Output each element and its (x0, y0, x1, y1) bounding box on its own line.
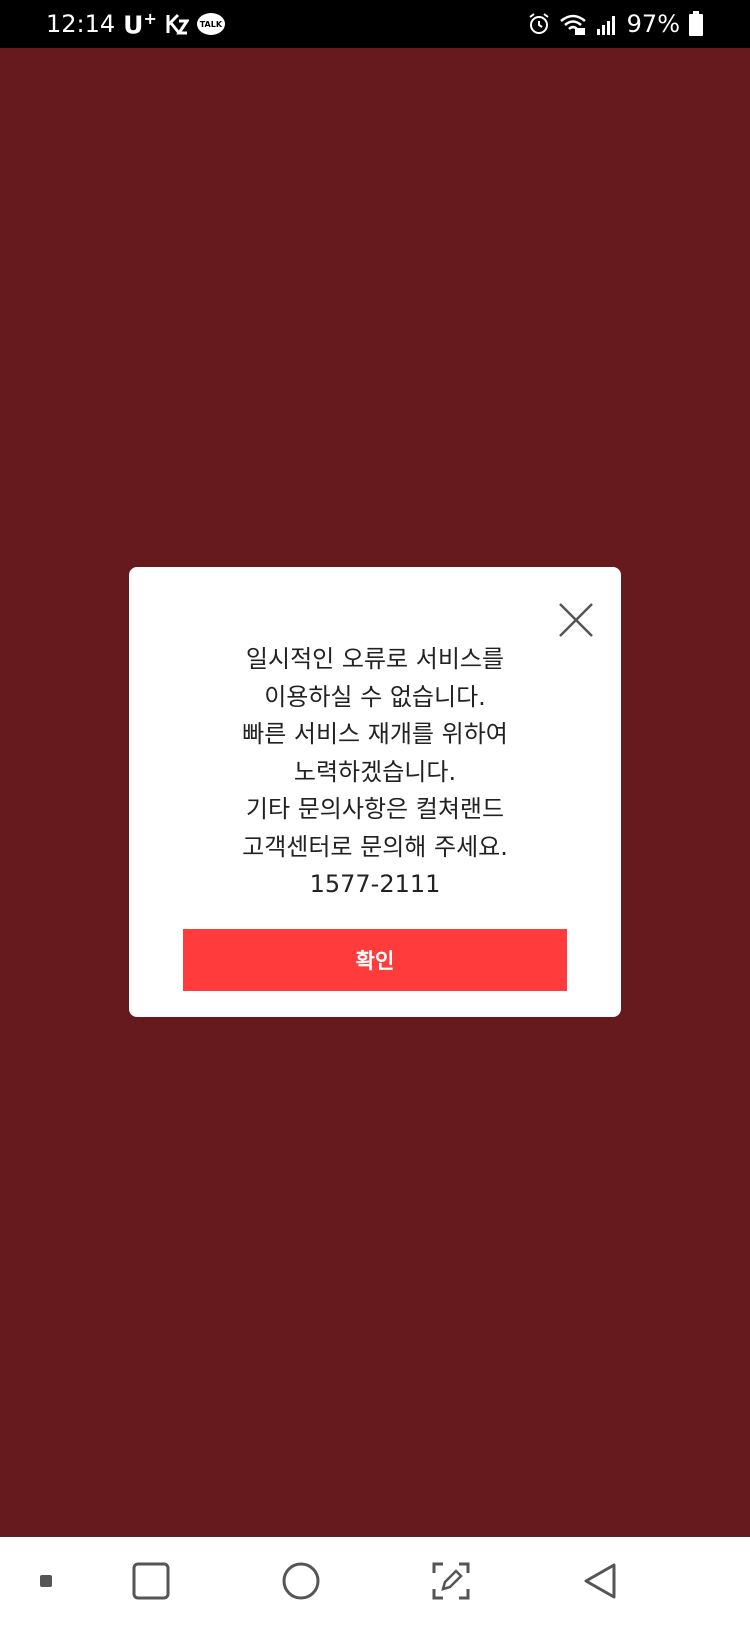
message-line: 일시적인 오류로 서비스를 (245, 645, 505, 673)
close-button[interactable] (557, 601, 595, 639)
wifi-icon (559, 12, 587, 36)
kakaotalk-icon: TALK (196, 13, 225, 35)
confirm-button[interactable]: 확인 (183, 929, 567, 991)
nav-dot-button[interactable] (22, 1557, 70, 1605)
carrier-label: U+ (123, 9, 157, 39)
carrier-text: U (123, 10, 144, 40)
carrier-plus: + (143, 8, 157, 28)
dot-icon (40, 1575, 52, 1587)
dialog-message: 일시적인 오류로 서비스를 이용하실 수 없습니다. 빠른 서비스 재개를 위하… (129, 641, 621, 904)
message-line: 고객센터로 문의해 주세요. (242, 832, 508, 861)
status-bar-right: 97% (527, 0, 704, 48)
signal-icon (595, 13, 619, 35)
screenshot-edit-button[interactable] (427, 1557, 475, 1605)
error-dialog: 일시적인 오류로 서비스를 이용하실 수 없습니다. 빠른 서비스 재개를 위하… (129, 567, 621, 1017)
message-line: 빠른 서비스 재개를 위하여 (242, 720, 508, 748)
status-bar-left: 12:14 U+ TALK (46, 0, 225, 48)
home-circle-icon (282, 1562, 320, 1600)
recents-square-icon (132, 1562, 170, 1600)
status-time: 12:14 (46, 10, 116, 38)
back-button[interactable] (577, 1557, 625, 1605)
close-icon (559, 603, 593, 637)
battery-icon (688, 11, 704, 37)
back-triangle-icon (584, 1563, 616, 1599)
alarm-icon (527, 12, 551, 36)
message-line: 이용하실 수 없습니다. (264, 682, 486, 711)
message-line: 노력하겠습니다. (293, 757, 457, 786)
recents-button[interactable] (127, 1557, 175, 1605)
message-line: 기타 문의사항은 컬쳐랜드 (245, 795, 505, 823)
navigation-bar (0, 1537, 750, 1625)
screenshot-edit-icon (432, 1562, 470, 1600)
home-button[interactable] (277, 1557, 325, 1605)
battery-percent: 97% (626, 10, 680, 38)
status-bar: 12:14 U+ TALK 97% (0, 0, 750, 48)
phone-number: 1577-2111 (309, 870, 441, 898)
network-k-icon (165, 13, 189, 35)
